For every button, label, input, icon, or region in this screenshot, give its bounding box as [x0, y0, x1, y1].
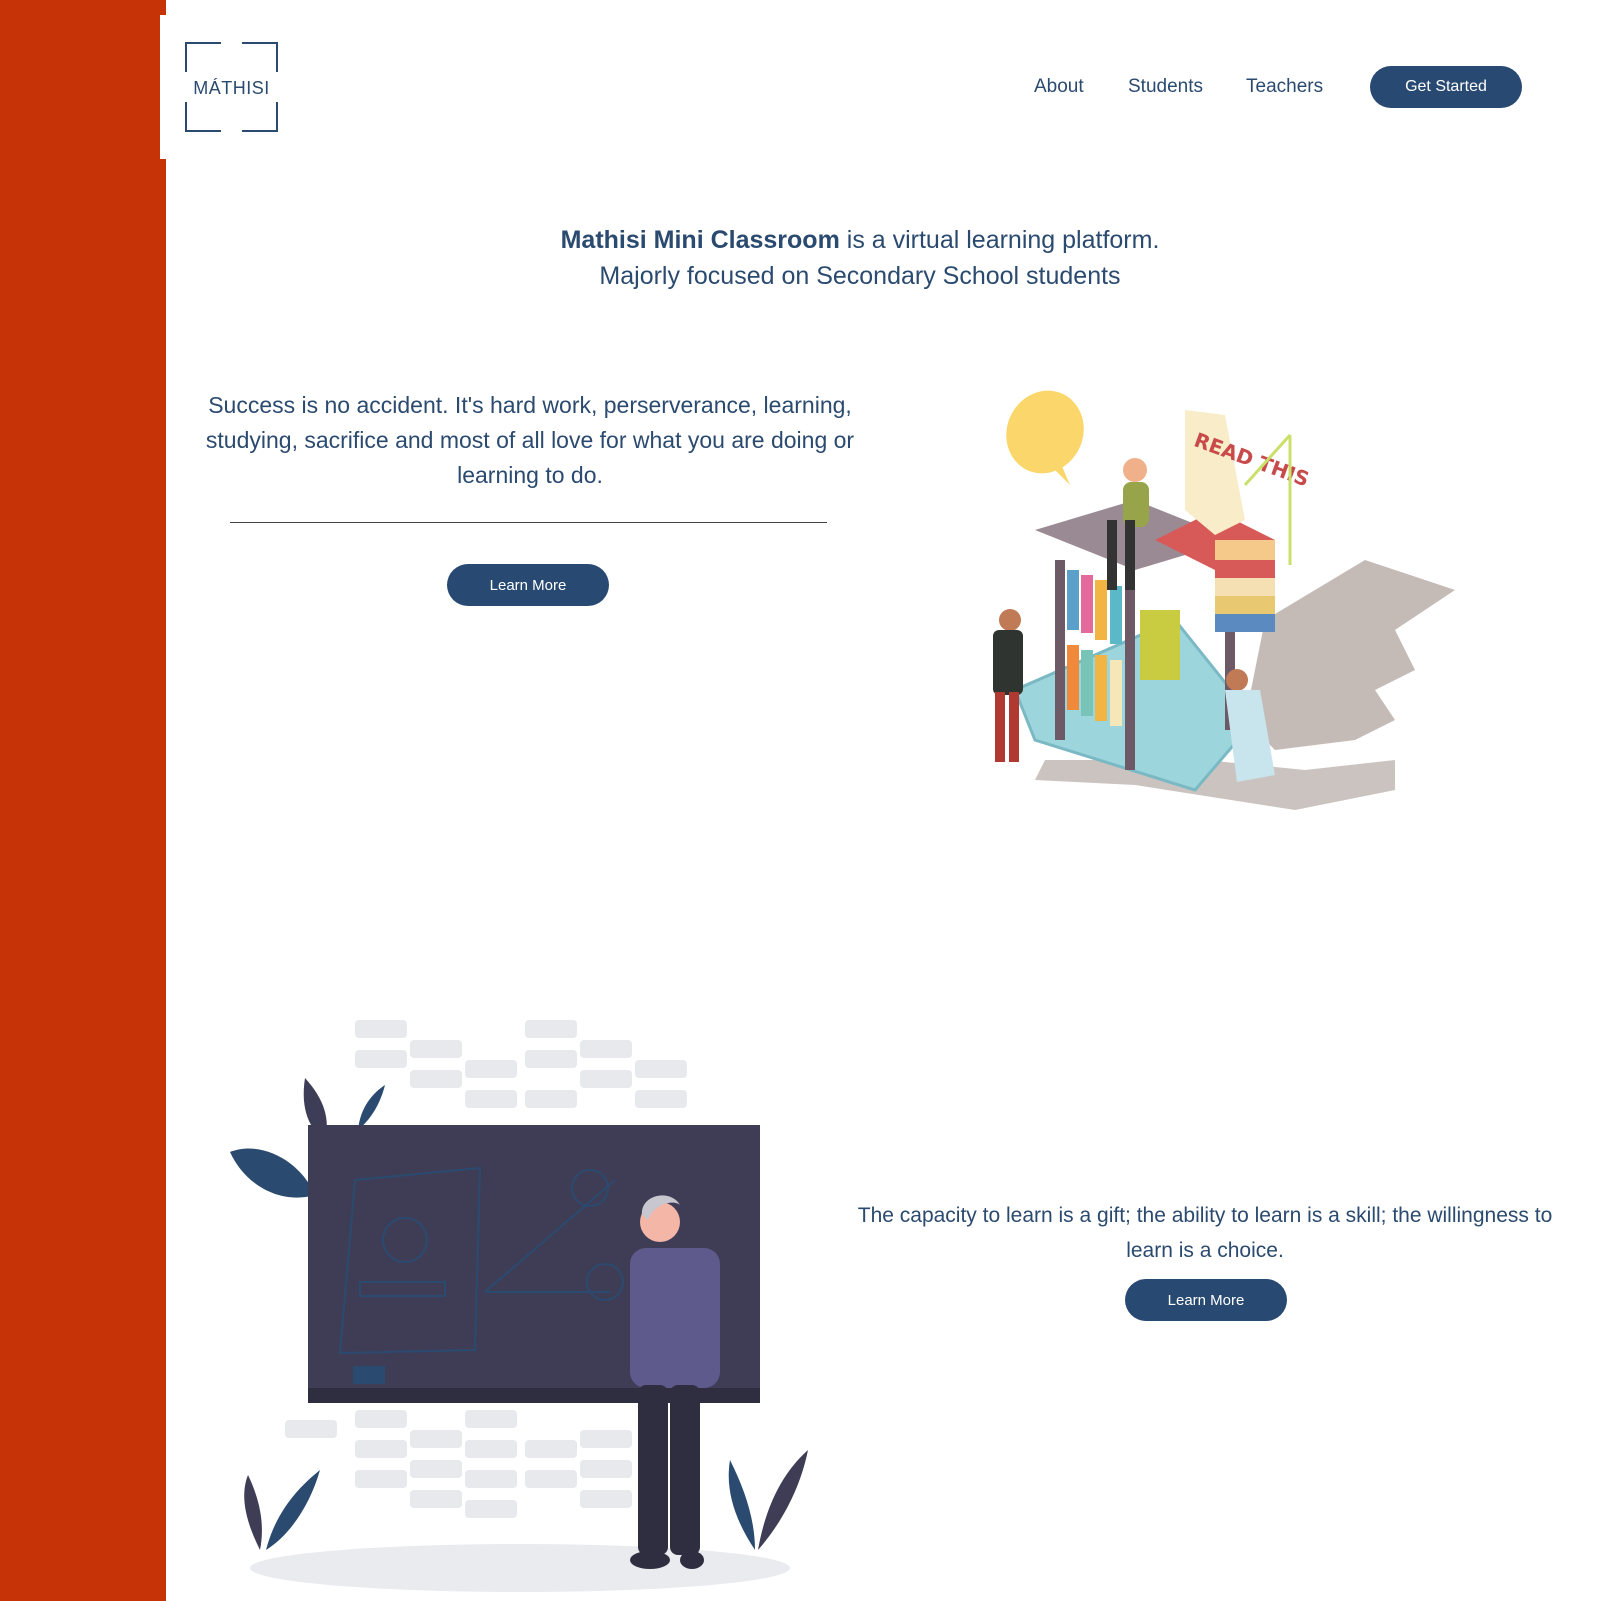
- ground-shadow: [250, 1544, 790, 1592]
- nav-teachers[interactable]: Teachers: [1246, 76, 1323, 98]
- logo-corner: [185, 102, 221, 132]
- logo-corner: [242, 102, 278, 132]
- logo-corner: [185, 42, 221, 72]
- capacity-quote: The capacity to learn is a gift; the abi…: [857, 1204, 1553, 1262]
- teacher-illustration: [230, 1020, 808, 1592]
- logo-corner: [242, 42, 278, 72]
- hero-title-bold: Mathisi Mini Classroom: [560, 226, 840, 254]
- speech-bubble-icon: [1006, 390, 1084, 485]
- library-illustration: READ THIS: [993, 390, 1455, 810]
- hero-subtitle: Majorly focused on Secondary School stud…: [599, 262, 1121, 290]
- person-sitting: [1107, 458, 1149, 590]
- chalkboard-eraser: [353, 1366, 385, 1384]
- learn-more-button-2[interactable]: Learn More: [1125, 1279, 1287, 1321]
- logo[interactable]: MÁTHISI: [185, 42, 278, 132]
- nav-about[interactable]: About: [1034, 76, 1084, 98]
- success-quote: Success is no accident. It's hard work, …: [205, 392, 855, 488]
- hero-title-rest: is a virtual learning platform.: [839, 226, 1160, 254]
- illustration-shadow: [1245, 560, 1455, 750]
- plant-icon: [244, 1450, 808, 1550]
- hero-tagline: Mathisi Mini Classroom is a virtual lear…: [170, 222, 1550, 294]
- get-started-button[interactable]: Get Started: [1370, 66, 1522, 108]
- logo-text: MÁTHISI: [193, 78, 270, 98]
- divider: [230, 522, 827, 523]
- nav-students[interactable]: Students: [1128, 76, 1203, 98]
- person-reading: [993, 609, 1023, 762]
- side-accent-bar: [0, 0, 166, 1601]
- logo-tab-background: [160, 15, 182, 159]
- teacher-figure: [630, 1195, 720, 1569]
- learn-more-button-1[interactable]: Learn More: [447, 564, 609, 606]
